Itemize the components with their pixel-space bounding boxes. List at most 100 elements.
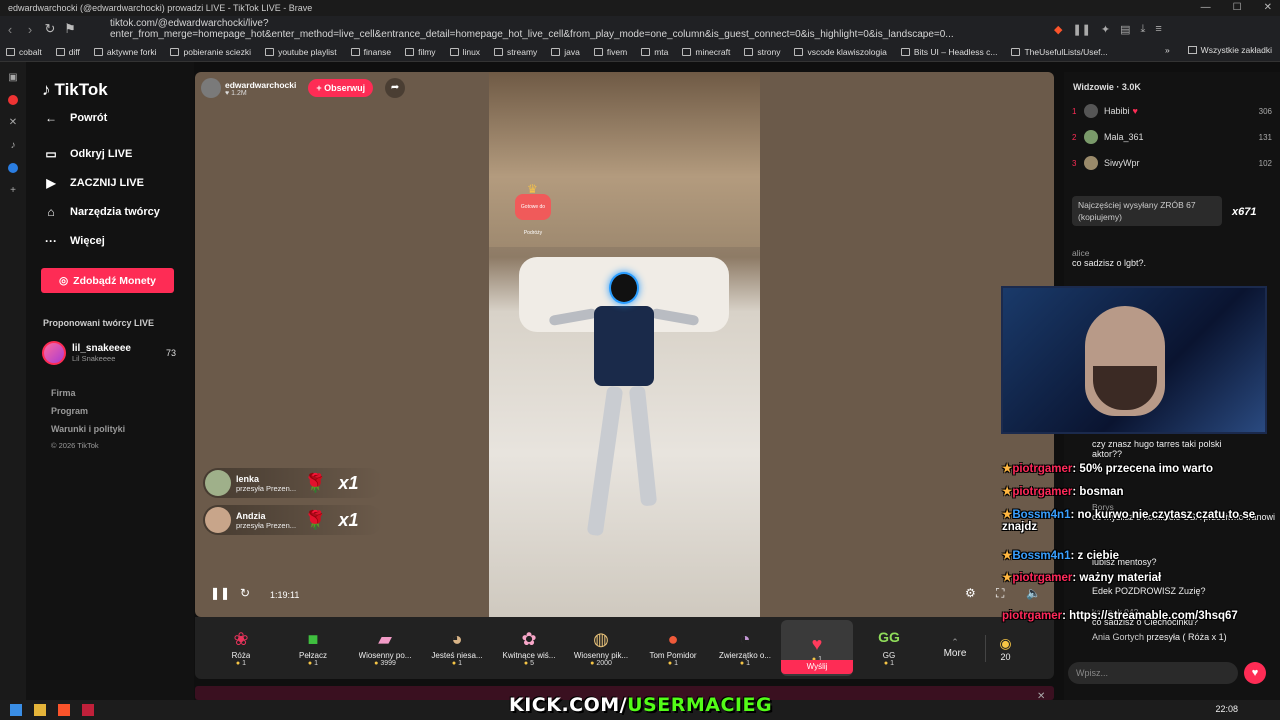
- extension-icon[interactable]: ✦: [1101, 23, 1110, 36]
- gift-item[interactable]: ◍Wiosenny pik...2000: [565, 620, 637, 676]
- more-gifts-button[interactable]: ⌃ More: [925, 637, 985, 659]
- bookmark-folder[interactable]: mta: [641, 47, 668, 57]
- live-player[interactable]: edwardwarchocki ♥ 1.2M + Obserwuj ➦ ♛ Go…: [195, 72, 1054, 617]
- close-icon[interactable]: ✕: [1037, 691, 1045, 702]
- chevron-up-icon: ⌃: [951, 637, 959, 647]
- brave-browser-icon[interactable]: [58, 704, 70, 716]
- bookmark-icon[interactable]: ⚑: [60, 21, 80, 37]
- bookmark-folder[interactable]: filmy: [405, 47, 436, 57]
- taskbar-clock: 22:08: [1215, 704, 1238, 714]
- bookmark-item[interactable]: TheUsefulLists/Usef...: [1011, 47, 1108, 57]
- nav-creator-tools[interactable]: ⌂ Narzędzia twórcy: [44, 205, 160, 219]
- gift-item[interactable]: ▰Wiosenny po...3999: [349, 620, 421, 676]
- add-icon[interactable]: +: [10, 185, 16, 196]
- live-video[interactable]: [489, 72, 760, 617]
- shield-icon[interactable]: ◆: [1054, 23, 1062, 36]
- maximize-icon[interactable]: ☐: [1233, 2, 1242, 13]
- nav-discover-live[interactable]: ▭ Odkryj LIVE: [44, 147, 132, 161]
- gift-notification: lenka przesyła Prezen... 🌹 x1: [203, 468, 383, 498]
- gift-item-selected[interactable]: ♥1Wyślij: [781, 620, 853, 676]
- gift-item[interactable]: ◔Zwierzątko o...1: [709, 620, 781, 676]
- elapsed-time: 1:19:11: [270, 590, 300, 600]
- nav-start-live[interactable]: ▶ ZACZNIJ LIVE: [44, 176, 144, 190]
- app-icon[interactable]: [8, 163, 18, 173]
- gift-item[interactable]: ■Pełzacz1: [277, 620, 349, 676]
- viewers-heading: Widzowie · 3.0K: [1073, 82, 1141, 92]
- back-link[interactable]: ← Powrót: [44, 111, 107, 125]
- host-name[interactable]: edwardwarchocki: [225, 80, 296, 90]
- crown-icon: ♛: [527, 182, 538, 196]
- bookmark-item[interactable]: aktywne forki: [93, 47, 156, 57]
- bookmark-folder[interactable]: finanse: [350, 47, 391, 57]
- volume-icon[interactable]: 🔈: [1026, 586, 1041, 600]
- app-icon[interactable]: [82, 704, 94, 716]
- bookmark-item[interactable]: vscode klawiszologia: [794, 47, 887, 57]
- x-icon[interactable]: ✕: [9, 117, 17, 128]
- back-arrow-icon[interactable]: ‹: [0, 22, 20, 37]
- footer-link[interactable]: Firma: [51, 388, 76, 398]
- gift-bar: ❀Róża1 ■Pełzacz1 ▰Wiosenny po...3999 ◕Je…: [195, 617, 1054, 679]
- viewer-row[interactable]: 2 Mala_361 131: [1072, 130, 1272, 144]
- footer-link[interactable]: Program: [51, 406, 88, 416]
- avatar: [1084, 104, 1098, 118]
- close-icon[interactable]: ✕: [1264, 2, 1272, 13]
- forward-arrow-icon[interactable]: ›: [20, 22, 40, 37]
- blossom-icon: ✿: [521, 629, 537, 649]
- reload-icon[interactable]: ↻: [40, 21, 60, 37]
- bookmark-folder[interactable]: strony: [744, 47, 780, 57]
- footer-link[interactable]: Warunki i polityki: [51, 424, 125, 434]
- gift-goal-badge[interactable]: ♛ Gotowe do Podróży: [513, 182, 553, 236]
- menu-icon[interactable]: ≡: [1155, 23, 1161, 36]
- gift-item[interactable]: ❀Róża1: [205, 620, 277, 676]
- bookmark-item[interactable]: youtube playlist: [265, 47, 337, 57]
- browser-navbar: ‹ › ↻ ⚑ tiktok.com/@edwardwarchocki/live…: [0, 16, 1280, 42]
- send-gift-button[interactable]: Wyślij: [781, 660, 853, 674]
- download-icon[interactable]: ⤓: [1141, 23, 1146, 36]
- overlay-chat-line: ★Bossm4n1: z ciebie: [1002, 550, 1120, 562]
- bookmark-folder[interactable]: streamy: [494, 47, 537, 57]
- avatar: [42, 341, 66, 365]
- tiktok-logo[interactable]: ♪ TikTok: [42, 80, 108, 100]
- chat-message: Edek POZDROWISZ Zuzię?: [1092, 586, 1206, 596]
- settings-icon[interactable]: ⚙: [965, 586, 976, 600]
- bookmark-item[interactable]: cobalt: [6, 47, 42, 57]
- chat-input[interactable]: Wpisz...: [1068, 662, 1238, 684]
- coin-balance[interactable]: ◉ 20: [985, 634, 1025, 662]
- app-icon[interactable]: [8, 95, 18, 105]
- gift-item[interactable]: GGGG1: [853, 620, 925, 676]
- avatar[interactable]: [201, 78, 221, 98]
- bookmark-folder[interactable]: linux: [449, 47, 480, 57]
- bookmark-item[interactable]: Bits UI – Headless c...: [900, 47, 997, 57]
- bookmark-item[interactable]: pobieranie sciezki: [170, 47, 251, 57]
- pause-icon[interactable]: ❚❚: [210, 586, 230, 600]
- viewer-row[interactable]: 1 Habibi ♥ 306: [1072, 104, 1272, 118]
- minimize-icon[interactable]: —: [1201, 2, 1211, 13]
- gift-item[interactable]: ●Tom Pomidor1: [637, 620, 709, 676]
- more-dots-icon: ···: [45, 234, 57, 248]
- suggested-creator[interactable]: lil_snakeeee Lil Snakeeee 73: [42, 341, 176, 365]
- host-info: edwardwarchocki ♥ 1.2M + Obserwuj ➦: [201, 78, 406, 98]
- nav-more[interactable]: ··· Więcej: [44, 234, 105, 248]
- avatar: [1084, 156, 1098, 170]
- like-heart-icon[interactable]: ♥: [1244, 662, 1266, 684]
- sidebar-panel-icon[interactable]: ▣: [8, 72, 17, 83]
- file-explorer-icon[interactable]: [34, 704, 46, 716]
- gift-item[interactable]: ✿Kwitnące wiś...5: [493, 620, 565, 676]
- gift-item[interactable]: ◕Jesteś niesa...1: [421, 620, 493, 676]
- fullscreen-icon[interactable]: ⛶: [996, 586, 1004, 601]
- sidebar-icon[interactable]: ▤: [1120, 23, 1130, 36]
- address-bar[interactable]: tiktok.com/@edwardwarchocki/live?enter_f…: [110, 18, 1040, 40]
- bookmark-folder[interactable]: minecraft: [682, 47, 730, 57]
- share-icon[interactable]: ➦: [385, 78, 406, 98]
- refresh-icon[interactable]: ↻: [240, 586, 250, 600]
- pause-icon[interactable]: ❚❚: [1072, 23, 1090, 36]
- bookmark-folder[interactable]: java: [551, 47, 580, 57]
- tiktok-icon[interactable]: ♪: [11, 140, 16, 151]
- windows-start-icon[interactable]: [10, 704, 22, 716]
- follow-button[interactable]: + Obserwuj: [308, 79, 374, 97]
- viewer-row[interactable]: 3 SiwyWpr 102: [1072, 156, 1272, 170]
- bookmark-item[interactable]: diff: [55, 47, 80, 57]
- all-bookmarks[interactable]: » Wszystkie zakładki: [1165, 45, 1272, 55]
- get-coins-button[interactable]: ◎ Zdobądź Monety: [41, 268, 174, 293]
- bookmark-folder[interactable]: fivem: [593, 47, 627, 57]
